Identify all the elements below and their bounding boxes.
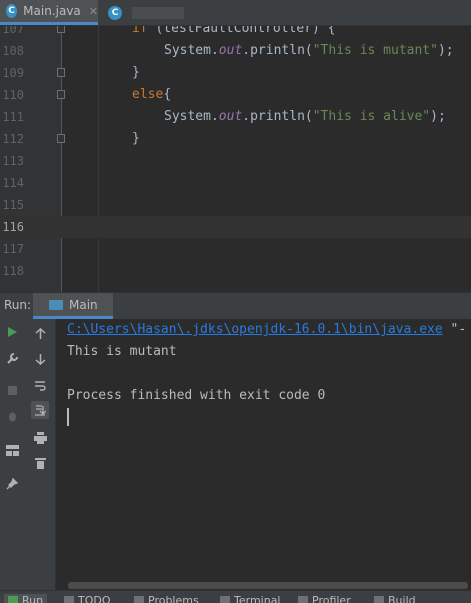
code-line-108: 108 System.out.println("This is mutant")… (0, 40, 471, 62)
code-text: .println( (242, 43, 312, 58)
line-number: 110 (0, 84, 24, 106)
print-icon[interactable] (31, 429, 49, 447)
console-output-line: This is mutant (67, 341, 177, 363)
java-exe-link[interactable]: C:\Users\Hasan\.jdks\openjdk-16.0.1\bin\… (67, 322, 443, 337)
line-number: 116 (0, 216, 24, 238)
code-text: } (132, 128, 140, 150)
run-console[interactable]: C:\Users\Hasan\.jdks\openjdk-16.0.1\bin\… (56, 319, 471, 590)
soft-wrap-icon[interactable] (31, 376, 49, 394)
java-class-icon: C (108, 6, 122, 20)
fold-marker-icon[interactable] (57, 134, 65, 143)
code-text: } (132, 62, 140, 84)
console-icon (49, 300, 63, 310)
console-command-line: C:\Users\Hasan\.jdks\openjdk-16.0.1\bin\… (67, 319, 466, 341)
fold-marker-icon[interactable] (57, 90, 65, 99)
arrow-up-icon[interactable] (31, 325, 49, 343)
code-text: ); (430, 109, 446, 124)
scrollbar-thumb[interactable] (68, 582, 468, 589)
line-number: 108 (0, 40, 24, 62)
code-editor[interactable]: 107 if (testFaultController) { 108 Syste… (0, 26, 471, 292)
layout-icon[interactable] (3, 441, 21, 459)
console-exit-message: Process finished with exit code 0 (67, 385, 325, 407)
pin-icon[interactable] (3, 475, 21, 493)
line-number: 112 (0, 128, 24, 150)
code-text: System. (164, 109, 219, 124)
rerun-icon[interactable] (3, 323, 21, 341)
code-line-117: 117 (0, 238, 471, 260)
scroll-to-end-icon[interactable] (31, 401, 49, 419)
code-text: { (163, 87, 171, 102)
tool-window-strip: Run TODO Problems Terminal Profiler Buil… (0, 590, 471, 603)
line-number: 114 (0, 172, 24, 194)
debug-bug-icon[interactable] (3, 407, 21, 425)
code-line-114: 114 (0, 172, 471, 194)
code-line-115: 115 (0, 194, 471, 216)
fold-marker-icon[interactable] (57, 26, 65, 33)
line-number: 117 (0, 238, 24, 260)
run-tab-main[interactable]: Main (33, 293, 113, 319)
close-tab-icon[interactable]: ✕ (89, 5, 98, 18)
code-text: System. (164, 43, 219, 58)
line-number: 115 (0, 194, 24, 216)
static-field: out (219, 109, 242, 124)
run-toolbar-secondary (25, 319, 56, 590)
command-args: "- (443, 322, 466, 337)
line-number: 111 (0, 106, 24, 128)
console-horizontal-scrollbar[interactable] (56, 580, 471, 590)
code-line-107: 107 if (testFaultController) { (0, 26, 471, 40)
line-number: 107 (0, 26, 24, 40)
arrow-down-icon[interactable] (31, 350, 49, 368)
line-number: 113 (0, 150, 24, 172)
line-number: 109 (0, 62, 24, 84)
tab-second-file[interactable]: C (100, 0, 190, 25)
redacted-tab-label (132, 7, 184, 19)
code-line-118: 118 (0, 260, 471, 282)
string-literal: "This is mutant" (313, 43, 438, 58)
run-tool-window-header: Run: Main (0, 292, 471, 319)
code-line-109: 109 } (0, 62, 471, 84)
run-toolbar-primary (0, 319, 26, 590)
keyword: if (132, 26, 148, 36)
code-text: .println( (242, 109, 312, 124)
run-tab-label: Main (69, 298, 98, 312)
editor-tab-bar: C Main.java ✕ C (0, 0, 471, 26)
code-line-113: 113 (0, 150, 471, 172)
java-class-icon: C (6, 4, 17, 18)
trash-icon[interactable] (31, 454, 49, 472)
line-number: 118 (0, 260, 24, 282)
text-caret (67, 408, 69, 426)
run-label: Run: (4, 298, 31, 312)
code-line-116-current: 116 (0, 216, 471, 238)
static-field: out (219, 43, 242, 58)
keyword: else (132, 87, 163, 102)
code-line-112: 112 } (0, 128, 471, 150)
string-literal: "This is alive" (313, 109, 430, 124)
code-line-111: 111 System.out.println("This is alive"); (0, 106, 471, 128)
code-text: ); (438, 43, 454, 58)
stop-icon[interactable] (3, 381, 21, 399)
fold-marker-icon[interactable] (57, 68, 65, 77)
code-line-110: 110 else{ (0, 84, 471, 106)
code-text: (testFaultController) { (148, 26, 336, 36)
tab-label: Main.java (23, 4, 81, 18)
tab-main-java[interactable]: C Main.java ✕ (0, 0, 98, 25)
wrench-icon[interactable] (3, 349, 21, 367)
